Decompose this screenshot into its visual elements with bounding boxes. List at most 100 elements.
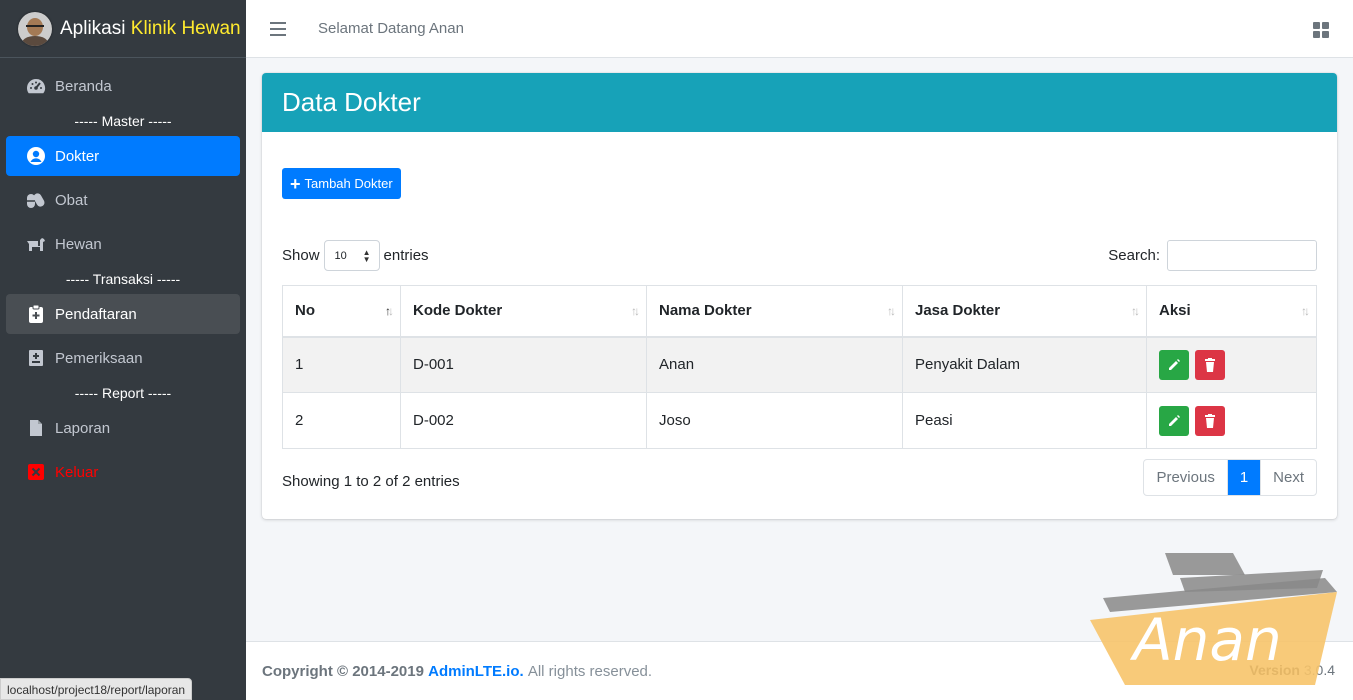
cell-aksi xyxy=(1146,392,1317,449)
sort-icon: ↑↓ xyxy=(887,304,896,318)
search-control: Search: xyxy=(1108,240,1317,271)
sidebar-item-keluar[interactable]: Keluar xyxy=(6,452,240,492)
sidebar-item-label: Laporan xyxy=(55,419,111,437)
adminlte-link[interactable]: AdminLTE.io. xyxy=(428,663,524,680)
version-label: Version xyxy=(1249,662,1300,678)
dog-icon xyxy=(26,234,46,254)
sidebar-item-laporan[interactable]: Laporan xyxy=(6,408,240,448)
user-circle-icon xyxy=(26,146,46,166)
cell-kode: D-001 xyxy=(400,336,647,393)
cell-jasa: Peasi xyxy=(902,392,1147,449)
column-label: No xyxy=(295,302,315,320)
page-title: Data Dokter xyxy=(282,87,421,117)
tachometer-icon xyxy=(26,76,46,96)
close-box-icon xyxy=(26,462,46,482)
column-header-aksi[interactable]: Aksi ↑↓ xyxy=(1146,285,1317,338)
page-size-value: 10 xyxy=(334,249,347,262)
cell-nama: Anan xyxy=(646,336,903,393)
pencil-icon xyxy=(1169,358,1180,370)
select-arrows-icon: ▲ ▼ xyxy=(362,247,371,264)
show-label: Show xyxy=(282,247,320,264)
copyright-text: Copyright © 2014-2019 xyxy=(262,662,424,680)
brand-link[interactable]: Aplikasi Klinik Hewan xyxy=(0,0,246,58)
control-sidebar-grid-icon[interactable] xyxy=(1313,22,1329,38)
column-label: Nama Dokter xyxy=(659,302,752,320)
sidebar-item-label: Beranda xyxy=(55,77,112,95)
file-medical-icon xyxy=(26,348,46,368)
edit-button[interactable] xyxy=(1159,405,1189,436)
menu-toggle-icon[interactable] xyxy=(270,21,286,36)
user-avatar-logo xyxy=(18,11,52,46)
length-control: Show 10 ▲ ▼ entries xyxy=(282,240,429,271)
brand-prefix: Aplikasi xyxy=(60,17,126,39)
cell-no: 1 xyxy=(282,336,401,393)
table-row: 2 D-002 Joso Peasi xyxy=(282,392,1317,449)
sort-asc-icon: ↑↓ xyxy=(385,304,394,318)
card-header: Data Dokter xyxy=(262,73,1337,132)
table-info: Showing 1 to 2 of 2 entries xyxy=(282,473,460,490)
browser-status-url: localhost/project18/report/laporan xyxy=(0,678,193,700)
column-label: Kode Dokter xyxy=(413,302,503,320)
column-label: Jasa Dokter xyxy=(915,302,1001,320)
column-label: Aksi xyxy=(1159,302,1191,320)
column-header-no[interactable]: No ↑↓ xyxy=(282,285,401,338)
sidebar-item-obat[interactable]: Obat xyxy=(6,180,240,220)
table-row: 1 D-001 Anan Penyakit Dalam xyxy=(282,336,1317,393)
sidebar-item-pemeriksaan[interactable]: Pemeriksaan xyxy=(6,338,240,378)
add-dokter-button[interactable]: + Tambah Dokter xyxy=(282,168,401,199)
pagination: Previous 1 Next xyxy=(1143,459,1317,496)
dokter-table: No ↑↓ Kode Dokter ↑↓ Nama Dokter ↑↓ Jasa… xyxy=(282,285,1317,449)
edit-button[interactable] xyxy=(1159,349,1189,380)
sidebar-item-pendaftaran[interactable]: Pendaftaran xyxy=(6,294,240,334)
sidebar-item-label: Pemeriksaan xyxy=(55,349,143,367)
version-info: Version 3.0.4 xyxy=(1249,662,1335,678)
sort-icon: ↑↓ xyxy=(1131,304,1140,318)
cell-kode: D-002 xyxy=(400,392,647,449)
sort-icon: ↑↓ xyxy=(631,304,640,318)
sidebar-item-label: Dokter xyxy=(55,147,100,165)
nav-header-transaksi: ----- Transaksi ----- xyxy=(65,271,181,287)
search-input[interactable] xyxy=(1167,240,1317,271)
data-dokter-card: Data Dokter + Tambah Dokter Show 10 ▲ ▼ e… xyxy=(262,73,1337,519)
nav-header-master: ----- Master ----- xyxy=(74,113,172,129)
plus-icon: + xyxy=(290,173,301,194)
sort-icon: ↑↓ xyxy=(1301,304,1310,318)
nav-header-report: ----- Report ----- xyxy=(74,385,172,401)
column-header-kode[interactable]: Kode Dokter ↑↓ xyxy=(400,285,647,338)
sidebar-item-hewan[interactable]: Hewan xyxy=(6,224,240,264)
cell-no: 2 xyxy=(282,392,401,449)
rights-text: All rights reserved. xyxy=(527,662,653,680)
trash-icon xyxy=(1205,357,1216,372)
column-header-jasa[interactable]: Jasa Dokter ↑↓ xyxy=(902,285,1147,338)
sidebar-item-label: Keluar xyxy=(55,463,99,481)
search-label: Search: xyxy=(1108,247,1160,264)
top-navbar: Selamat Datang Anan xyxy=(246,0,1353,58)
sidebar-nav: Beranda ----- Master ----- Dokter Obat H… xyxy=(0,58,246,492)
sidebar-item-label: Hewan xyxy=(55,235,102,253)
version-number: 3.0.4 xyxy=(1303,662,1335,678)
sidebar-item-label: Obat xyxy=(55,191,88,209)
sidebar-item-dokter[interactable]: Dokter xyxy=(6,136,240,176)
delete-button[interactable] xyxy=(1195,349,1226,380)
sidebar-item-label: Pendaftaran xyxy=(55,305,137,323)
file-icon xyxy=(26,418,46,438)
page-size-select[interactable]: 10 ▲ ▼ xyxy=(323,240,380,271)
delete-button[interactable] xyxy=(1195,405,1226,436)
clipboard-plus-icon xyxy=(26,304,46,324)
column-header-nama[interactable]: Nama Dokter ↑↓ xyxy=(646,285,903,338)
welcome-text: Selamat Datang Anan xyxy=(318,20,464,37)
pencil-icon xyxy=(1169,414,1180,426)
pagination-previous[interactable]: Previous xyxy=(1144,460,1226,495)
main-sidebar: Aplikasi Klinik Hewan Beranda ----- Mast… xyxy=(0,0,246,700)
main-footer: Copyright © 2014-2019 AdminLTE.io. All r… xyxy=(246,641,1353,700)
capsules-icon xyxy=(26,190,46,210)
entries-label: entries xyxy=(383,247,429,264)
pagination-next[interactable]: Next xyxy=(1260,460,1316,495)
brand-highlight: Klinik Hewan xyxy=(130,17,241,39)
brand-text: Aplikasi Klinik Hewan xyxy=(60,18,241,40)
cell-jasa: Penyakit Dalam xyxy=(902,336,1147,393)
pagination-page-current[interactable]: 1 xyxy=(1226,460,1261,495)
cell-nama: Joso xyxy=(646,392,903,449)
cell-aksi xyxy=(1146,336,1317,393)
sidebar-item-beranda[interactable]: Beranda xyxy=(6,66,240,106)
